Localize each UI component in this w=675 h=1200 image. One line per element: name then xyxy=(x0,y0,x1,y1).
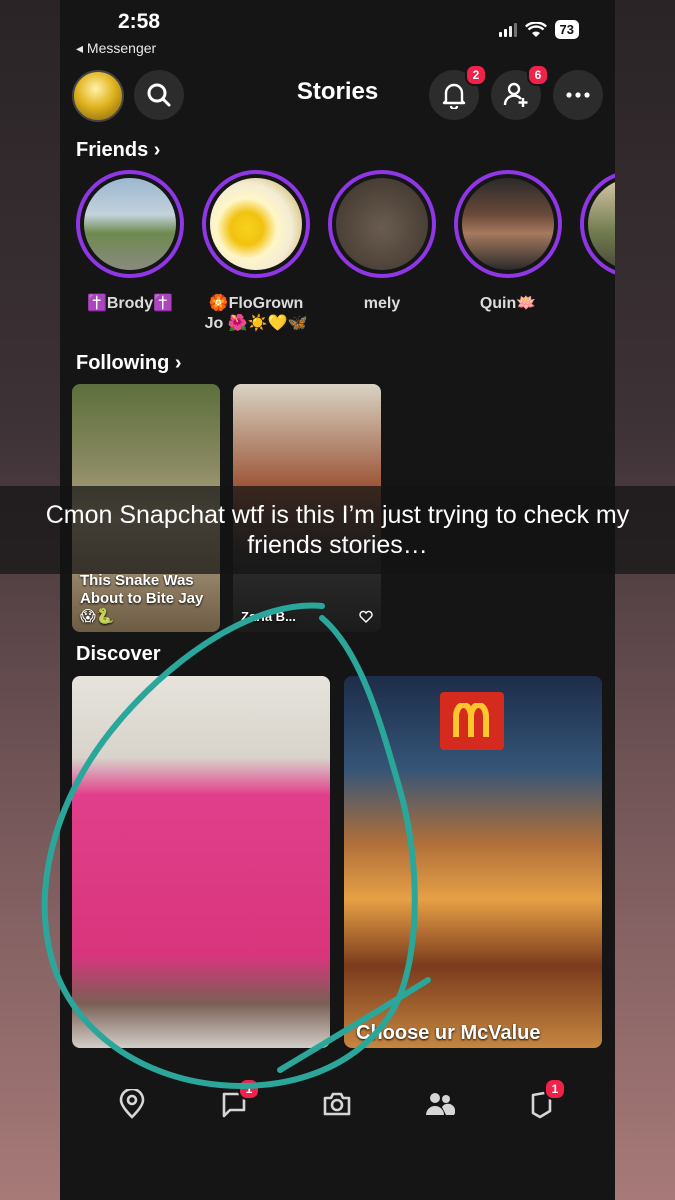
overlay-caption: Cmon Snapchat wtf is this I’m just tryin… xyxy=(0,486,675,574)
annotation-circle xyxy=(41,602,431,1089)
